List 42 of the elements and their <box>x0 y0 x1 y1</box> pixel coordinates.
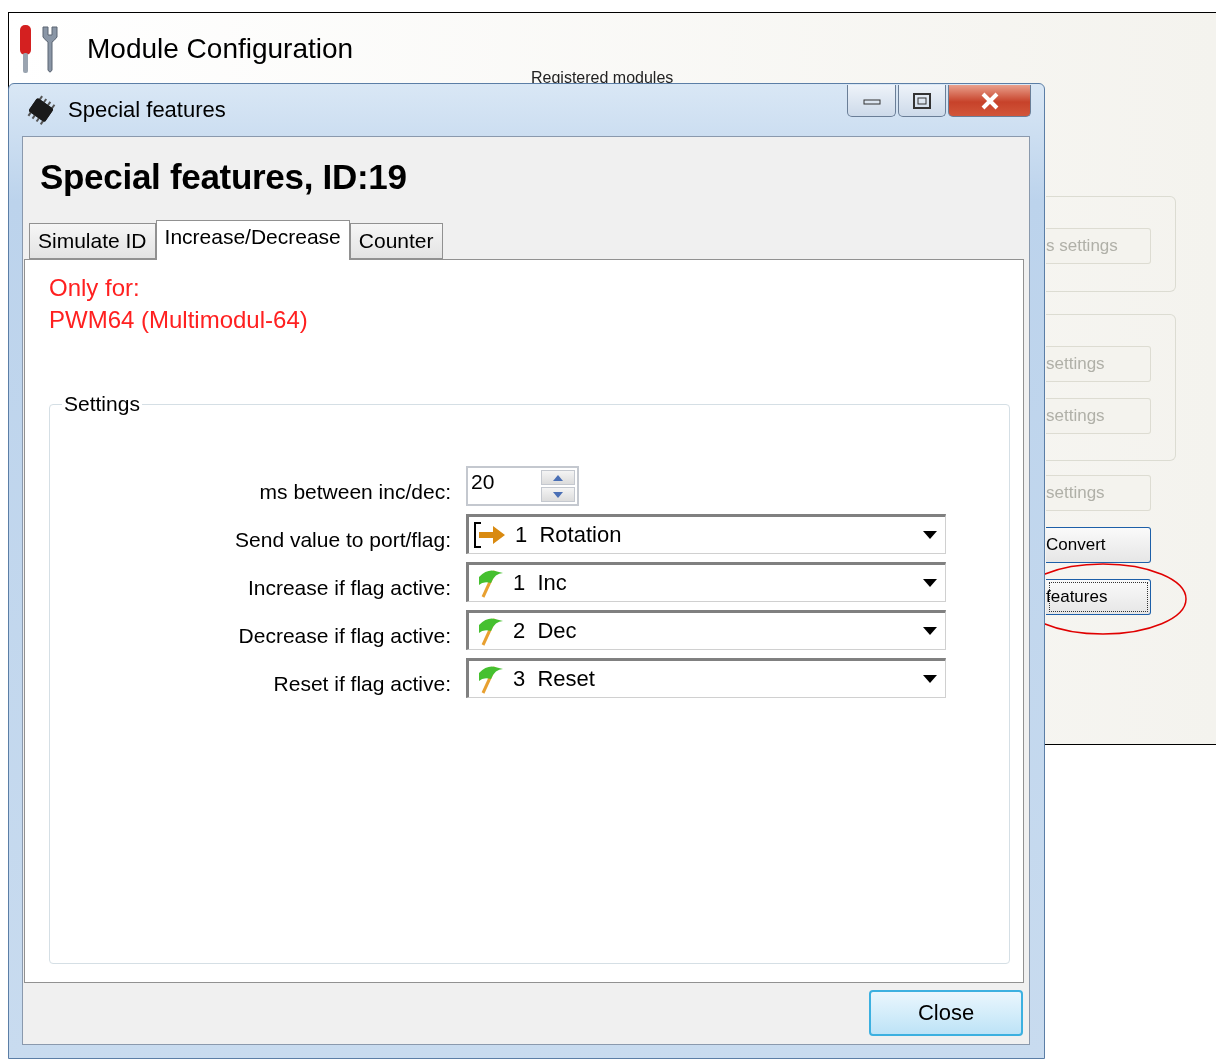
tab[interactable]: Increase/Decrease <box>155 220 350 260</box>
dropdown-value: 1 Inc <box>513 570 568 596</box>
tab[interactable]: Simulate ID <box>29 223 156 259</box>
dropdown-caret-icon <box>923 531 937 539</box>
arrow-port-icon <box>473 521 507 549</box>
action-button[interactable]: Convert <box>1046 527 1151 563</box>
field-label: Send value to port/flag: <box>234 527 451 552</box>
spin-up-button[interactable] <box>541 470 575 485</box>
notice-text: PWM64 (Multimodul-64) <box>49 305 309 335</box>
maximize-button[interactable] <box>898 85 946 117</box>
notice-text: Only for: <box>49 273 141 303</box>
field-label: Increase if flag active: <box>246 575 451 600</box>
dropdown[interactable]: 1 Inc <box>466 562 946 602</box>
field-label: Reset if flag active: <box>272 671 451 696</box>
tab[interactable]: Counter <box>349 223 443 259</box>
close-button[interactable]: Close <box>869 990 1023 1036</box>
group-label: Registered modules <box>531 69 674 87</box>
window-title: Module Configuration <box>87 33 354 65</box>
action-button[interactable]: features <box>1046 579 1151 615</box>
dropdown-value: 3 Reset <box>513 666 596 692</box>
close-icon <box>979 91 1000 110</box>
field-label: Decrease if flag active: <box>237 623 451 648</box>
close-window-button[interactable] <box>948 85 1031 117</box>
group-title: Settings <box>63 392 141 416</box>
dropdown-caret-icon <box>923 579 937 587</box>
minimize-icon <box>862 96 881 105</box>
up-arrow-icon <box>553 474 563 481</box>
dropdown-caret-icon <box>923 675 937 683</box>
dropdown-value: 1 Rotation <box>515 522 623 548</box>
field-label: ms between inc/dec: <box>258 479 451 504</box>
spin-down-button[interactable] <box>541 487 575 502</box>
dropdown[interactable]: 3 Reset <box>466 658 946 698</box>
dialog-title: Special features <box>68 97 226 123</box>
dropdown-caret-icon <box>923 627 937 635</box>
dialog-heading: Special features, ID:19 <box>39 156 408 198</box>
down-arrow-icon <box>553 491 563 498</box>
dropdown[interactable]: 2 Dec <box>466 610 946 650</box>
dropdown-value: 2 Dec <box>513 618 578 644</box>
maximize-icon <box>913 92 931 109</box>
number-spinner[interactable]: 20 <box>466 466 579 506</box>
dropdown[interactable]: 1 Rotation <box>466 514 946 554</box>
minimize-button[interactable] <box>847 85 896 117</box>
